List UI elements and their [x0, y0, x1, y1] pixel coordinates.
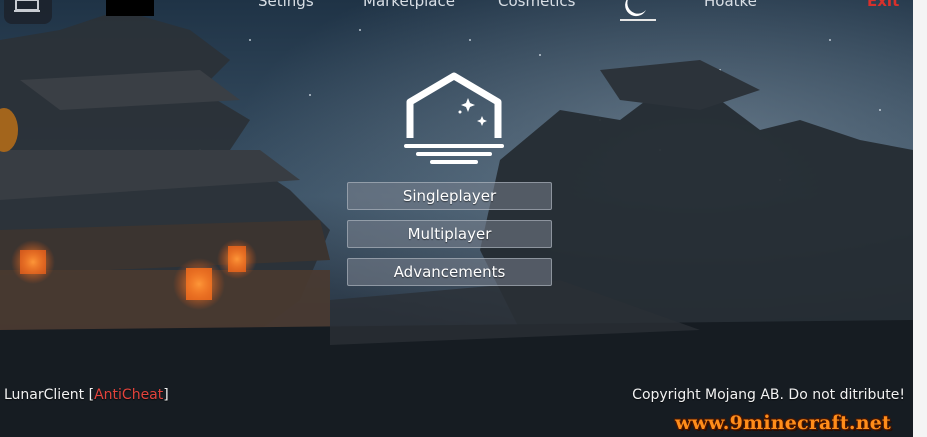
nav-cosmetics[interactable]: Cosmetics [498, 0, 575, 10]
redacted-box [106, 0, 154, 16]
multiplayer-button[interactable]: Multiplayer [347, 220, 552, 248]
menu-icon [14, 0, 40, 12]
copyright-notice: Copyright Mojang AB. Do not ditribute! [632, 387, 905, 403]
nav-hotkeys[interactable]: Hoatke [704, 0, 757, 10]
bracket-close: ] [163, 387, 169, 403]
background-scene [0, 0, 927, 437]
menu-button[interactable] [4, 0, 52, 24]
nav-settings[interactable]: Setings [258, 0, 314, 10]
advancements-button[interactable]: Advancements [347, 258, 552, 286]
window-edge [913, 0, 927, 437]
lunar-logo-icon [404, 72, 504, 164]
moon-icon[interactable] [620, 0, 656, 20]
bracket-open: [ [84, 387, 95, 403]
nav-active-indicator [620, 19, 656, 21]
anticheat-label: AntiCheat [94, 387, 164, 403]
client-name: LunarClient [4, 387, 85, 403]
singleplayer-button[interactable]: Singleplayer [347, 182, 552, 210]
nav-exit[interactable]: Exit [867, 0, 899, 10]
top-navigation: Setings Marketplace Cosmetics Hoatke Exi… [0, 0, 913, 24]
nav-marketplace[interactable]: Marketplace [363, 0, 455, 10]
site-watermark: www.9minecraft.net [675, 412, 891, 434]
client-version-label: LunarClient [AntiCheat] [4, 387, 169, 403]
